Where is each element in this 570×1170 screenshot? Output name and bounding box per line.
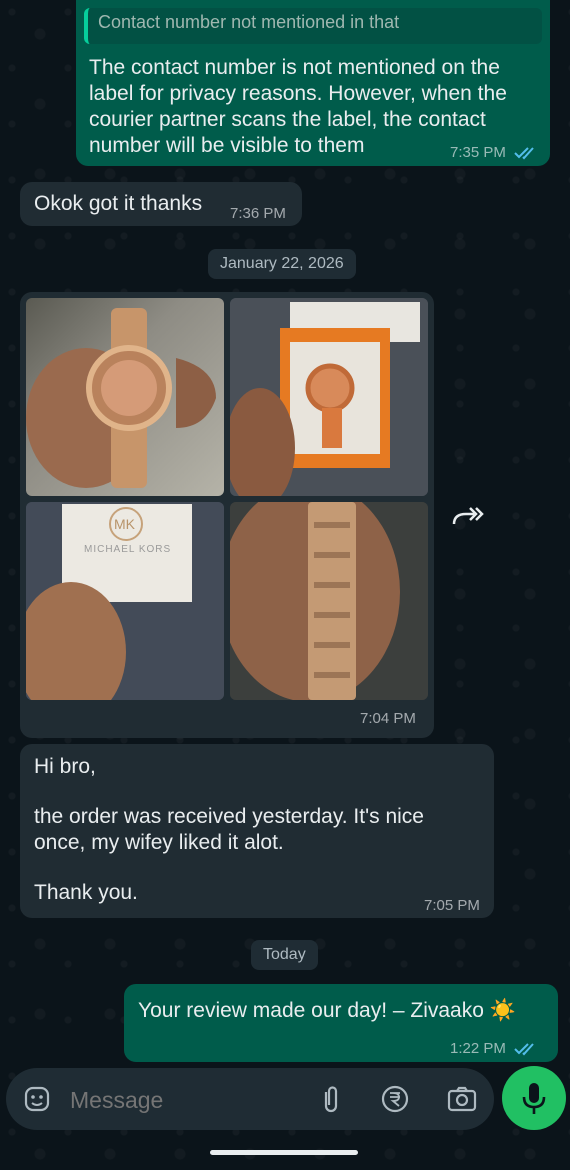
incoming-message-3[interactable]: Hi bro, the order was received yesterday… bbox=[20, 744, 494, 918]
message-time: 7:35 PM bbox=[450, 144, 538, 161]
sun-emoji-icon: ☀️ bbox=[489, 999, 516, 1022]
message-line: the order was received yesterday. It's n… bbox=[34, 805, 424, 828]
message-line: once, my wifey liked it alot. bbox=[34, 831, 284, 854]
photo-watch-in-hand[interactable] bbox=[26, 298, 224, 496]
incoming-media-album[interactable]: MK MICHAEL KORS 7:04 PM bbox=[20, 292, 434, 738]
rupee-icon bbox=[381, 1085, 409, 1113]
message-time: 7:36 PM bbox=[230, 205, 286, 222]
message-time: 7:05 PM bbox=[424, 897, 480, 914]
brand-name-text: MICHAEL KORS bbox=[84, 544, 172, 555]
payment-button[interactable] bbox=[380, 1084, 410, 1114]
message-text: Your review made our day! – Zivaako ☀️ bbox=[138, 998, 516, 1024]
paperclip-icon bbox=[324, 1086, 338, 1113]
message-line: courier partner scans the label, the con… bbox=[89, 108, 486, 131]
incoming-message-2[interactable]: Okok got it thanks 7:36 PM bbox=[20, 182, 302, 226]
message-line: Your review made our day! – Zivaako bbox=[138, 999, 484, 1022]
message-time: 1:22 PM bbox=[450, 1040, 538, 1057]
voice-message-button[interactable] bbox=[502, 1066, 566, 1130]
message-line: Hi bro, bbox=[34, 755, 96, 778]
forward-button[interactable] bbox=[444, 496, 488, 540]
message-input[interactable] bbox=[68, 1080, 302, 1120]
watch-image bbox=[26, 308, 216, 488]
photo-brand-box[interactable]: MK MICHAEL KORS bbox=[26, 502, 224, 700]
sticker-button[interactable] bbox=[22, 1084, 52, 1114]
camera-icon bbox=[447, 1086, 477, 1112]
bracelet-image bbox=[230, 502, 428, 700]
quoted-text: Contact number not mentioned in that bbox=[98, 12, 400, 32]
message-text: Okok got it thanks bbox=[34, 192, 203, 215]
photo-bracelet[interactable] bbox=[230, 502, 428, 700]
brand-logo-text: MK bbox=[114, 516, 135, 532]
read-ticks-icon bbox=[514, 147, 534, 160]
message-time: 7:04 PM bbox=[360, 710, 416, 727]
attach-button[interactable] bbox=[316, 1084, 346, 1114]
message-line: Thank you. bbox=[34, 881, 138, 904]
sticker-icon bbox=[24, 1086, 50, 1112]
message-line: label for privacy reasons. However, when… bbox=[89, 82, 507, 105]
forward-icon bbox=[452, 507, 484, 525]
camera-button[interactable] bbox=[446, 1084, 478, 1114]
message-line: The contact number is not mentioned on t… bbox=[89, 56, 500, 79]
message-composer bbox=[6, 1068, 494, 1130]
message-text: Hi bro, the order was received yesterday… bbox=[34, 754, 474, 906]
date-divider: Today bbox=[251, 940, 318, 970]
boxed-watch-image bbox=[230, 298, 428, 496]
quoted-reply[interactable]: Contact number not mentioned in that bbox=[84, 8, 542, 44]
outgoing-message-4[interactable]: Your review made our day! – Zivaako ☀️ 1… bbox=[124, 984, 558, 1062]
gesture-navigation-bar[interactable] bbox=[210, 1150, 358, 1155]
outgoing-message-1[interactable]: Contact number not mentioned in that The… bbox=[76, 0, 550, 166]
read-ticks-icon bbox=[514, 1043, 534, 1056]
date-divider: January 22, 2026 bbox=[208, 249, 356, 279]
microphone-icon bbox=[522, 1083, 546, 1114]
photo-watch-in-box[interactable] bbox=[230, 298, 428, 496]
